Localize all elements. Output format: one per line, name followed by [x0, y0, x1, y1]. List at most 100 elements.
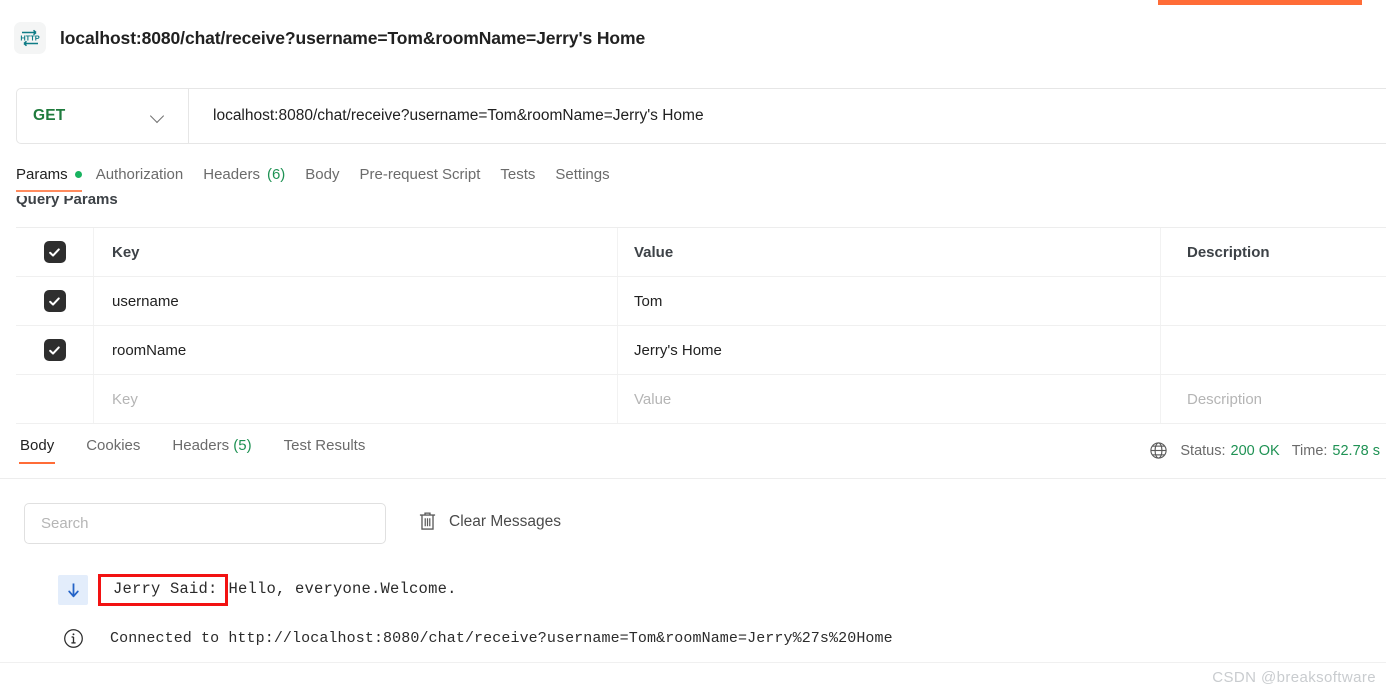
response-tab-body-label: Body: [20, 437, 54, 454]
http-protocol-icon: HTTP: [14, 22, 46, 54]
row-description-cell[interactable]: [1161, 277, 1386, 325]
check-icon: [48, 344, 61, 357]
new-row-value-placeholder: Value: [634, 391, 671, 408]
table-row-empty: Key Value Description: [16, 374, 1386, 424]
tab-params-label: Params: [16, 166, 68, 183]
search-placeholder: Search: [41, 515, 89, 532]
chevron-down-icon: [151, 110, 164, 123]
footer-divider: [0, 662, 1386, 663]
tab-settings-label: Settings: [555, 166, 609, 183]
response-tab-headers-label: Headers: [172, 437, 229, 454]
tab-pre-request-script-label: Pre-request Script: [360, 166, 481, 183]
row-checkbox[interactable]: [44, 339, 66, 361]
response-tab-cookies-label: Cookies: [86, 437, 140, 454]
row-description-cell[interactable]: [1161, 326, 1386, 374]
http-method-label: GET: [33, 107, 65, 125]
highlighted-sender: Jerry Said:: [98, 574, 228, 606]
row-key-cell[interactable]: username: [94, 277, 618, 325]
column-header-key-label: Key: [112, 244, 140, 261]
table-row: roomName Jerry's Home: [16, 325, 1386, 375]
page-title: localhost:8080/chat/receive?username=Tom…: [60, 28, 645, 49]
url-bar: GET localhost:8080/chat/receive?username…: [16, 88, 1386, 144]
new-row-key-placeholder: Key: [112, 391, 138, 408]
time-label: Time:: [1292, 443, 1328, 459]
row-key-cell[interactable]: roomName: [94, 326, 618, 374]
column-header-value: Value: [618, 228, 1161, 276]
tab-pre-request-script[interactable]: Pre-request Script: [360, 166, 501, 192]
clear-messages-button[interactable]: Clear Messages: [418, 511, 561, 532]
info-icon: [58, 623, 88, 653]
postman-request-window: HTTP localhost:8080/chat/receive?usernam…: [0, 0, 1386, 694]
response-tab-headers[interactable]: Headers (5): [172, 437, 251, 464]
table-row: username Tom: [16, 276, 1386, 326]
row-value-cell[interactable]: Tom: [618, 277, 1161, 325]
select-all-checkbox[interactable]: [44, 241, 66, 263]
tab-settings[interactable]: Settings: [555, 166, 629, 192]
select-all-cell[interactable]: [16, 228, 94, 276]
column-header-description-label: Description: [1187, 244, 1270, 261]
list-item[interactable]: Connected to http://localhost:8080/chat/…: [0, 614, 1386, 662]
status-badge: 200 OK: [1231, 443, 1280, 459]
url-input[interactable]: localhost:8080/chat/receive?username=Tom…: [189, 107, 1386, 125]
params-modified-dot: [75, 171, 82, 178]
arrow-down-glyph: [66, 582, 81, 599]
messages-list: Jerry Said:Hello, everyone.Welcome. Conn…: [0, 566, 1386, 662]
new-row-description-input[interactable]: Description: [1161, 375, 1386, 423]
time-value: 52.78 s: [1332, 443, 1380, 459]
check-icon: [48, 246, 61, 259]
column-header-key: Key: [94, 228, 618, 276]
list-item[interactable]: Jerry Said:Hello, everyone.Welcome.: [0, 566, 1386, 614]
active-tab-underline: [16, 190, 82, 192]
tab-headers-label: Headers: [203, 166, 260, 183]
response-tab-cookies[interactable]: Cookies: [86, 437, 140, 464]
http-icon-glyph: HTTP: [18, 26, 42, 50]
row-checkbox-cell[interactable]: [16, 326, 94, 374]
table-header-row: Key Value Description: [16, 227, 1386, 277]
trash-icon: [418, 511, 437, 532]
svg-text:HTTP: HTTP: [20, 34, 39, 43]
row-value-value: Tom: [634, 293, 662, 310]
column-header-description: Description: [1161, 228, 1386, 276]
column-header-value-label: Value: [634, 244, 673, 261]
response-tab-test-results[interactable]: Test Results: [284, 437, 366, 464]
response-tab-body[interactable]: Body: [20, 437, 54, 464]
tab-params[interactable]: Params: [16, 166, 96, 192]
message-text: Hello, everyone.Welcome.: [229, 580, 457, 598]
query-params-section-text: Query Params: [16, 196, 118, 208]
status-label: Status:: [1180, 443, 1225, 459]
new-row-description-placeholder: Description: [1187, 391, 1262, 408]
tab-headers[interactable]: Headers (6): [203, 166, 305, 192]
tab-authorization-label: Authorization: [96, 166, 184, 183]
tab-body-label: Body: [305, 166, 339, 183]
response-tabs-divider: [0, 478, 1386, 479]
response-meta: Status: 200 OK Time: 52.78 s: [1149, 441, 1380, 460]
row-checkbox-cell[interactable]: [16, 277, 94, 325]
row-checkbox-cell-empty[interactable]: [16, 375, 94, 423]
row-key-value: username: [112, 293, 179, 310]
response-tab-headers-count: (5): [233, 437, 251, 454]
active-response-tab-underline: [19, 462, 55, 464]
check-icon: [48, 295, 61, 308]
tab-tests-label: Tests: [500, 166, 535, 183]
tab-body[interactable]: Body: [305, 166, 359, 192]
row-value-cell[interactable]: Jerry's Home: [618, 326, 1161, 374]
query-params-section-label: Query Params: [16, 196, 118, 209]
message-text: Connected to http://localhost:8080/chat/…: [110, 630, 893, 647]
request-title-row: HTTP localhost:8080/chat/receive?usernam…: [0, 14, 1386, 62]
message-body: Jerry Said:Hello, everyone.Welcome.: [110, 574, 457, 606]
new-row-key-input[interactable]: Key: [94, 375, 618, 423]
arrow-down-icon: [58, 575, 88, 605]
globe-icon[interactable]: [1149, 441, 1168, 460]
request-tabs: Params Authorization Headers (6) Body Pr…: [0, 166, 1386, 200]
row-checkbox[interactable]: [44, 290, 66, 312]
response-tab-test-results-label: Test Results: [284, 437, 366, 454]
new-row-value-input[interactable]: Value: [618, 375, 1161, 423]
http-method-select[interactable]: GET: [17, 89, 189, 143]
clear-messages-label: Clear Messages: [449, 513, 561, 531]
row-value-value: Jerry's Home: [634, 342, 722, 359]
tab-headers-count: (6): [267, 166, 285, 183]
tab-tests[interactable]: Tests: [500, 166, 555, 192]
row-key-value: roomName: [112, 342, 186, 359]
tab-authorization[interactable]: Authorization: [96, 166, 204, 192]
search-input[interactable]: Search: [24, 503, 386, 544]
